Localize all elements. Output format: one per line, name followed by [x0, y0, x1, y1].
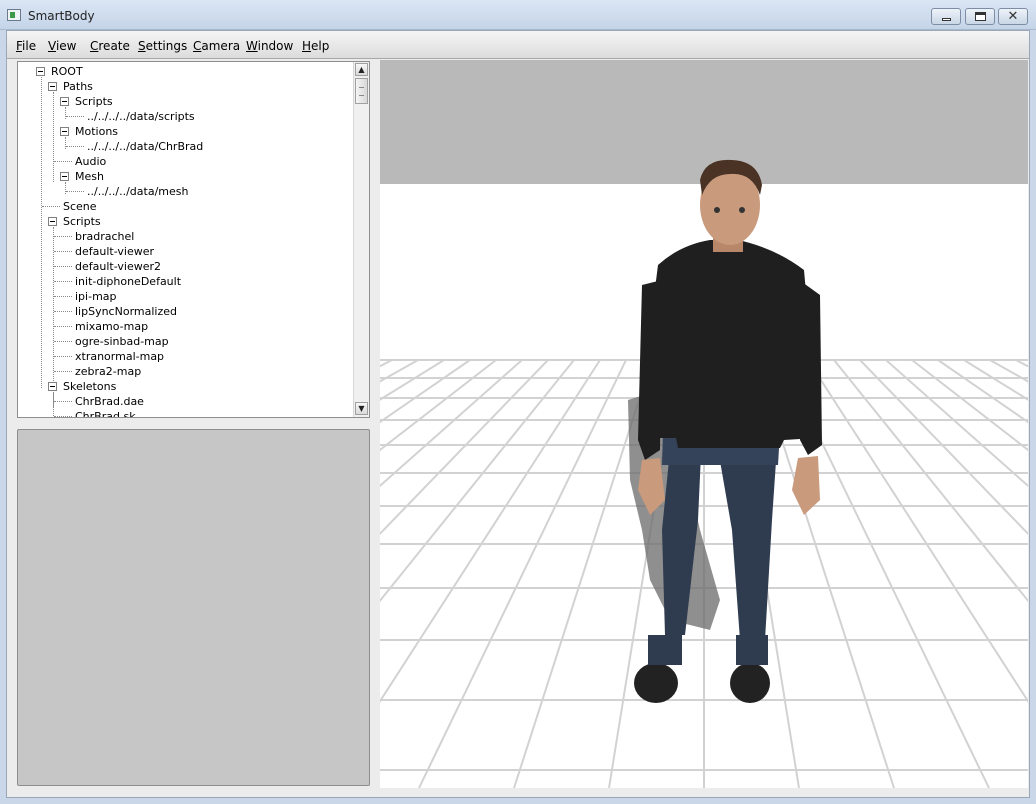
grid-line [380, 359, 497, 452]
floor-grid [380, 159, 1028, 788]
3d-viewport[interactable] [380, 60, 1028, 788]
tree-line [65, 107, 66, 119]
collapse-icon[interactable] [60, 172, 69, 181]
tree-line [41, 77, 42, 388]
menu-camera[interactable]: Camera [193, 39, 240, 53]
grid-line [380, 359, 471, 424]
menu-help[interactable]: Help [302, 39, 329, 53]
resource-tree[interactable]: ROOT Paths Scripts ../../../../data/scri… [17, 61, 370, 418]
menu-settings[interactable]: Settings [138, 39, 187, 53]
collapse-icon[interactable] [60, 97, 69, 106]
collapse-icon[interactable] [48, 217, 57, 226]
scroll-up-button[interactable]: ▲ [355, 63, 368, 76]
menu-view[interactable]: View [48, 39, 76, 53]
tree-line [65, 137, 66, 149]
menu-file[interactable]: File [16, 39, 36, 53]
collapse-icon[interactable] [60, 127, 69, 136]
close-button[interactable]: ✕ [998, 8, 1028, 25]
menu-create[interactable]: Create [90, 39, 130, 53]
menu-bar: File View Create Settings Camera Window … [7, 31, 1029, 59]
main-window: File View Create Settings Camera Window … [6, 30, 1030, 798]
app-icon [7, 9, 21, 21]
minimize-button[interactable] [931, 8, 961, 25]
grid-line [937, 359, 1028, 424]
grid-line [1015, 359, 1028, 368]
properties-panel [17, 429, 370, 786]
maximize-button[interactable] [965, 8, 995, 25]
maximize-icon [975, 12, 986, 21]
grid-line [380, 359, 393, 368]
grid-line [833, 359, 1028, 603]
tree-line [53, 92, 54, 182]
tree-line [53, 392, 54, 417]
collapse-icon[interactable] [48, 82, 57, 91]
minimize-icon [942, 18, 951, 21]
tree-scrollbar[interactable]: ▲ ▼ [353, 62, 369, 417]
collapse-icon[interactable] [36, 67, 45, 76]
tree-line [53, 227, 54, 407]
grid-line [911, 359, 1028, 452]
title-bar: SmartBody ✕ [0, 0, 1036, 30]
character-model[interactable] [634, 159, 822, 703]
scroll-down-button[interactable]: ▼ [355, 402, 368, 415]
grid-line [380, 359, 575, 603]
scroll-thumb[interactable] [355, 78, 368, 104]
close-icon: ✕ [1007, 9, 1019, 24]
menu-window[interactable]: Window [246, 39, 293, 53]
window-title: SmartBody [28, 9, 95, 23]
collapse-icon[interactable] [48, 382, 57, 391]
tree-line [65, 182, 66, 194]
